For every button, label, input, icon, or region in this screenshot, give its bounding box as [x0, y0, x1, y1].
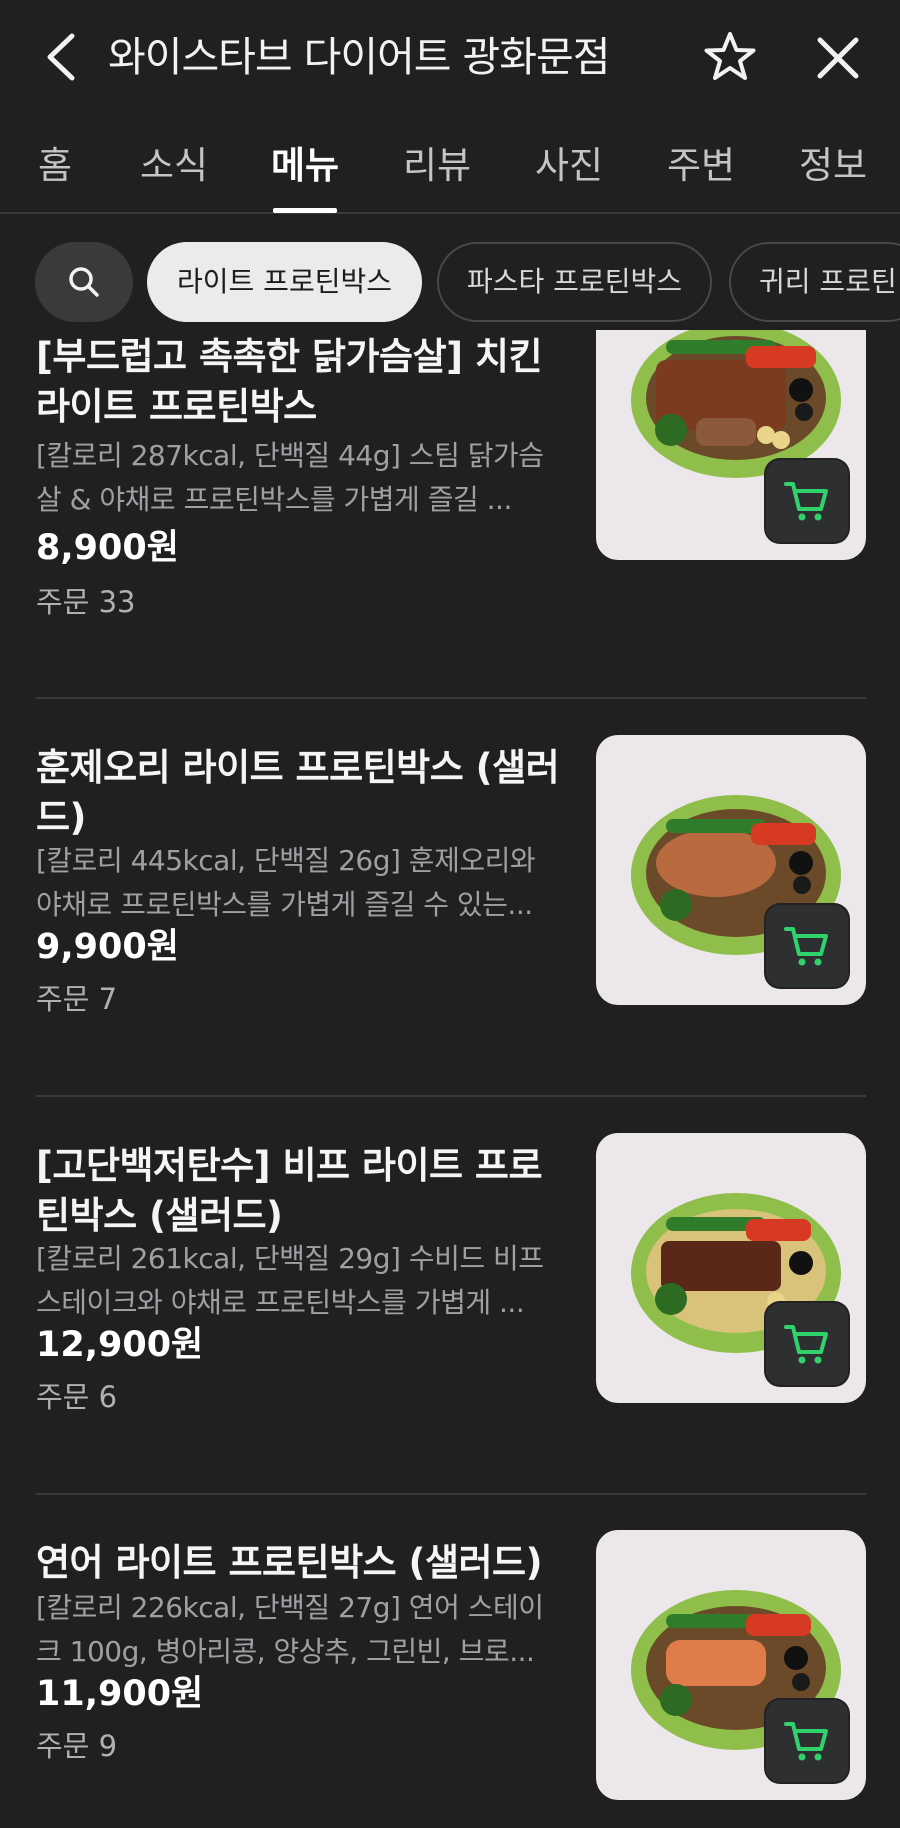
menu-item[interactable]: 연어 라이트 프로틴박스 (샐러드) [칼로리 226kcal, 단백질 27g… [0, 1530, 900, 1828]
menu-item[interactable]: [고단백저탄수] 비프 라이트 프로틴박스 (샐러드) [칼로리 261kcal… [0, 1133, 900, 1503]
menu-list: [부드럽고 촉촉한 닭가슴살] 치킨 라이트 프로틴박스 [칼로리 287kca… [0, 330, 900, 1828]
chip-pasta-protein-box[interactable]: 파스타 프로틴박스 [437, 242, 712, 322]
menu-item-description: [칼로리 287kcal, 단백질 44g] 스팀 닭가슴살 & 야채로 프로틴… [36, 439, 544, 516]
menu-item-description: [칼로리 261kcal, 단백질 29g] 수비드 비프 스테이크와 야채로 … [36, 1242, 544, 1319]
cart-icon [784, 927, 828, 966]
category-chips: 라이트 프로틴박스 파스타 프로틴박스 귀리 프로틴 [0, 240, 900, 324]
search-icon [69, 267, 99, 297]
menu-search-button[interactable] [35, 242, 133, 322]
menu-item-order-count: 주문 7 [36, 982, 118, 1016]
menu-item-photo [596, 1530, 866, 1800]
cart-icon [784, 1325, 828, 1364]
menu-item-description: [칼로리 226kcal, 단백질 27g] 연어 스테이크 100g, 병아리… [36, 1591, 544, 1668]
back-button[interactable] [36, 30, 86, 84]
tab-home[interactable]: 홈 [28, 136, 82, 196]
tab-nearby[interactable]: 주변 [662, 136, 740, 196]
tab-reviews[interactable]: 리뷰 [398, 136, 476, 196]
tab-menu[interactable]: 메뉴 [266, 136, 344, 196]
menu-item-description: [칼로리 445kcal, 단백질 26g] 훈제오리와 야채로 프로틴박스를 … [36, 844, 536, 921]
add-to-cart-button[interactable] [766, 460, 848, 542]
close-icon [817, 37, 859, 79]
menu-item-name: 연어 라이트 프로틴박스 (샐러드) [36, 1541, 542, 1584]
menu-item-price: 9,900원 [36, 927, 179, 967]
tab-info[interactable]: 정보 [794, 136, 872, 196]
menu-item-photo [596, 735, 866, 1005]
cart-icon [784, 1722, 828, 1761]
add-to-cart-button[interactable] [766, 1700, 848, 1782]
cart-icon [784, 482, 828, 521]
menu-item-name: 훈제오리 라이트 프로틴박스 (샐러드) [36, 746, 560, 839]
favorite-button[interactable] [700, 28, 760, 86]
menu-item[interactable]: 훈제오리 라이트 프로틴박스 (샐러드) [칼로리 445kcal, 단백질 2… [0, 735, 900, 1105]
tab-news[interactable]: 소식 [136, 136, 212, 196]
close-button[interactable] [810, 30, 866, 86]
menu-item-photo [596, 330, 866, 560]
item-divider [36, 697, 866, 699]
tab-bar: 홈 소식 메뉴 리뷰 사진 주변 정보 [0, 120, 900, 214]
tab-photos[interactable]: 사진 [530, 136, 608, 196]
header: 와이스타브 다이어트 광화문점 [0, 0, 900, 115]
menu-item-price: 11,900원 [36, 1674, 204, 1714]
add-to-cart-button[interactable] [766, 905, 848, 987]
star-icon [704, 32, 756, 80]
menu-item-name: [부드럽고 촉촉한 닭가슴살] 치킨 라이트 프로틴박스 [36, 335, 542, 428]
back-arrow-icon [47, 33, 75, 81]
menu-item-order-count: 주문 33 [36, 585, 136, 619]
menu-item-price: 8,900원 [36, 528, 179, 568]
menu-item-price: 12,900원 [36, 1325, 204, 1365]
store-title: 와이스타브 다이어트 광화문점 [108, 33, 610, 81]
menu-item[interactable]: [부드럽고 촉촉한 닭가슴살] 치킨 라이트 프로틴박스 [칼로리 287kca… [0, 330, 900, 690]
menu-item-photo [596, 1133, 866, 1403]
add-to-cart-button[interactable] [766, 1303, 848, 1385]
active-tab-indicator [273, 208, 337, 213]
item-divider [36, 1493, 866, 1495]
menu-item-order-count: 주문 6 [36, 1380, 118, 1414]
menu-item-name: [고단백저탄수] 비프 라이트 프로틴박스 (샐러드) [36, 1144, 542, 1237]
chip-light-protein-box[interactable]: 라이트 프로틴박스 [147, 242, 422, 322]
chip-oat-protein[interactable]: 귀리 프로틴 [729, 242, 900, 322]
menu-item-order-count: 주문 9 [36, 1729, 118, 1763]
item-divider [36, 1095, 866, 1097]
